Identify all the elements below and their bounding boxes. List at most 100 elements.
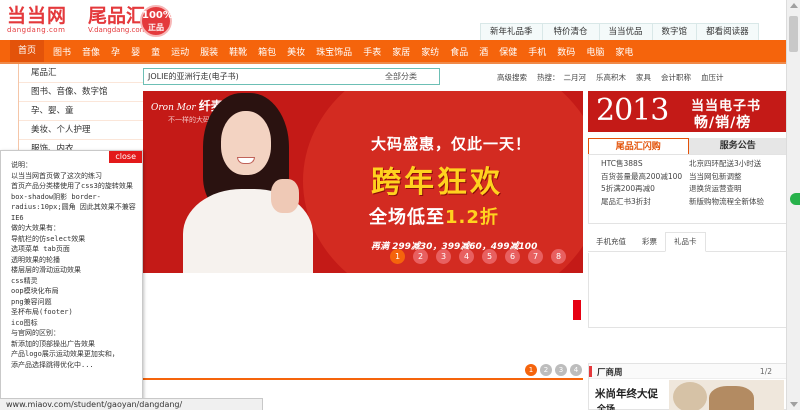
nav-item[interactable]: 家纺 bbox=[421, 45, 439, 58]
category-item[interactable]: 图书、音像、数字馆 bbox=[19, 83, 143, 102]
hot-search-link[interactable]: 家具 bbox=[636, 73, 651, 82]
banner-page-dot[interactable]: 6 bbox=[505, 249, 520, 264]
banner-headline: 大码盛惠，仅此一天！ bbox=[371, 135, 532, 153]
nav-item[interactable]: 珠宝饰品 bbox=[316, 45, 352, 58]
nav-item[interactable]: 鞋靴 bbox=[229, 45, 247, 58]
ebook-bestseller-banner[interactable]: 2013 当当电子书 畅/销/榜 bbox=[588, 91, 787, 132]
flash-right-column: 北京四环配送3小时送 当当网包新调整 退换货运营查明 新版购物流程全新体验 bbox=[689, 158, 764, 208]
model-hand bbox=[271, 179, 299, 213]
nav-item[interactable]: 食品 bbox=[450, 45, 468, 58]
banner-page-dot[interactable]: 3 bbox=[436, 249, 451, 264]
notice-link[interactable]: 北京四环配送3小时送 bbox=[689, 158, 764, 171]
nav-item[interactable]: 箱包 bbox=[258, 45, 276, 58]
notice-link[interactable]: 退换货运营查明 bbox=[689, 183, 764, 196]
banner-page-dot[interactable]: 8 bbox=[551, 249, 566, 264]
header: 当当网 dangdang.com 尾品汇 V.dangdang.com 100%… bbox=[0, 0, 800, 40]
top-tab[interactable]: 数字馆 bbox=[652, 24, 698, 40]
nav-item[interactable]: 电脑 bbox=[586, 45, 604, 58]
scroll-down-icon[interactable] bbox=[790, 402, 798, 407]
nav-item[interactable]: 音像 bbox=[82, 45, 100, 58]
banner-title: 跨年狂欢 bbox=[371, 165, 503, 200]
nav-item[interactable]: 孕 bbox=[111, 45, 120, 58]
notes-line: 透明效果的轮播 bbox=[11, 255, 60, 264]
category-item[interactable]: 尾品汇 bbox=[19, 64, 143, 83]
notes-line: 首页产品分类楼使用了css3的旋转效果 bbox=[11, 182, 133, 190]
banner-page-dot[interactable]: 5 bbox=[482, 249, 497, 264]
advanced-search-link[interactable]: 高级搜索 bbox=[497, 73, 527, 82]
side-widget-icon[interactable] bbox=[790, 193, 800, 205]
nav-item[interactable]: 婴 bbox=[131, 45, 140, 58]
hot-search-link[interactable]: 会计职称 bbox=[661, 73, 691, 82]
nav-item[interactable]: 图书 bbox=[53, 45, 71, 58]
top-tab[interactable]: 特价清仓 bbox=[542, 24, 600, 40]
nav-item[interactable]: 运动 bbox=[171, 45, 189, 58]
flash-link[interactable]: 百货荟量最高200减100 bbox=[601, 171, 682, 184]
nav-item[interactable]: 服装 bbox=[200, 45, 218, 58]
flash-tabs: 尾品汇闪购 服务公告 bbox=[588, 138, 787, 154]
notes-line: 选项菜单 tab页面 bbox=[11, 245, 70, 253]
top-tab[interactable]: 当当优品 bbox=[599, 24, 653, 40]
floor-page-dot[interactable]: 4 bbox=[570, 364, 582, 376]
seal-percent: 100% bbox=[142, 10, 173, 21]
category-menu: 尾品汇 图书、音像、数字馆 孕、婴、童 美妆、个人护理 服饰、内衣 bbox=[18, 64, 143, 159]
search-box[interactable]: JOLIE的亚洲行走(电子书) 全部分类 bbox=[143, 68, 440, 85]
header-accent bbox=[589, 366, 592, 377]
category-item[interactable]: 美妆、个人护理 bbox=[19, 121, 143, 140]
flash-list: HTC售388S 百货荟量最高200减100 5折满200再减0 尾品汇书3折封… bbox=[588, 154, 787, 224]
nav-item[interactable]: 手表 bbox=[363, 45, 381, 58]
banner-page-dot[interactable]: 2 bbox=[413, 249, 428, 264]
search-input[interactable]: JOLIE的亚洲行走(电子书) bbox=[148, 71, 239, 82]
nav-item[interactable]: 家居 bbox=[392, 45, 410, 58]
banner-page-dot[interactable]: 7 bbox=[528, 249, 543, 264]
banner-page-dot[interactable]: 4 bbox=[459, 249, 474, 264]
status-bar-url: www.miaov.com/student/gaoyan/dangdang/ bbox=[0, 398, 263, 410]
banner-page-dot[interactable]: 1 bbox=[390, 249, 405, 264]
notes-line: 说明： bbox=[11, 161, 32, 169]
flash-link[interactable]: 尾品汇书3折封 bbox=[601, 196, 682, 209]
hot-search-link[interactable]: 乐高积木 bbox=[596, 73, 626, 82]
nav-item[interactable]: 保健 bbox=[499, 45, 517, 58]
scroll-thumb[interactable] bbox=[789, 16, 798, 52]
scroll-up-icon[interactable] bbox=[790, 3, 798, 8]
top-tab[interactable]: 新年礼品季 bbox=[481, 24, 543, 40]
floor-page-dot[interactable]: 3 bbox=[555, 364, 567, 376]
notice-link[interactable]: 新版购物流程全新体验 bbox=[689, 196, 764, 209]
nav-item[interactable]: 童 bbox=[151, 45, 160, 58]
nav-item-home[interactable]: 首页 bbox=[10, 40, 45, 62]
nav-item[interactable]: 家电 bbox=[615, 45, 633, 58]
tab-phone-recharge[interactable]: 手机充值 bbox=[588, 233, 634, 251]
nav-item[interactable]: 手机 bbox=[528, 45, 546, 58]
notes-line: 圣杯布局(footer) bbox=[11, 308, 73, 316]
brand-week-box: 厂商周 1/2 米尚年终大促 全场 bbox=[588, 363, 787, 410]
flash-link[interactable]: 5折满200再减0 bbox=[601, 183, 682, 196]
hot-search-link[interactable]: 二月河 bbox=[564, 73, 587, 82]
notes-line: png兼容问题 bbox=[11, 297, 52, 306]
nav-item[interactable]: 数码 bbox=[557, 45, 575, 58]
floor-page-dot[interactable]: 2 bbox=[540, 364, 552, 376]
notes-panel: close 说明： 以当当网首页做了这次的练习 首页产品分类楼使用了css3的旋… bbox=[0, 150, 143, 402]
category-item[interactable]: 孕、婴、童 bbox=[19, 102, 143, 121]
flash-link[interactable]: HTC售388S bbox=[601, 158, 682, 171]
nav-item[interactable]: 酒 bbox=[479, 45, 488, 58]
tab-lottery[interactable]: 彩票 bbox=[634, 233, 665, 251]
brand-week-image[interactable] bbox=[669, 380, 784, 410]
floor-page-dot[interactable]: 1 bbox=[525, 364, 537, 376]
authentic-seal-badge: 100% 正品 bbox=[140, 5, 173, 37]
top-tab[interactable]: 都看阅读器 bbox=[697, 24, 759, 40]
page-scrollbar[interactable] bbox=[786, 0, 800, 410]
brand-week-page: 1/2 bbox=[759, 367, 772, 376]
nav-item[interactable]: 美妆 bbox=[287, 45, 305, 58]
tab-flash-sale[interactable]: 尾品汇闪购 bbox=[588, 138, 689, 154]
promo-banner[interactable]: Oron Mor 纤麦 不一样的大码 大码盛惠，仅此一天！ 跨年狂欢 全场低至1.… bbox=[143, 91, 583, 273]
slider-arrow[interactable] bbox=[573, 300, 581, 320]
search-scope-select[interactable]: 全部分类 bbox=[385, 71, 417, 82]
hot-search-link[interactable]: 血压计 bbox=[701, 73, 724, 82]
ebook-year: 2013 bbox=[596, 93, 669, 128]
notes-line: box-shadow阴影 border- bbox=[11, 192, 101, 201]
tab-gift-card[interactable]: 礼品卡 bbox=[665, 232, 706, 252]
notice-link[interactable]: 当当网包新调整 bbox=[689, 171, 764, 184]
notes-line: 楼层层的滑动运动效果 bbox=[11, 266, 81, 274]
dangdang-logo[interactable]: 当当网 dangdang.com bbox=[7, 6, 82, 36]
tab-service-notice[interactable]: 服务公告 bbox=[688, 138, 787, 154]
brand-week-promo[interactable]: 米尚年终大促 bbox=[595, 386, 658, 401]
